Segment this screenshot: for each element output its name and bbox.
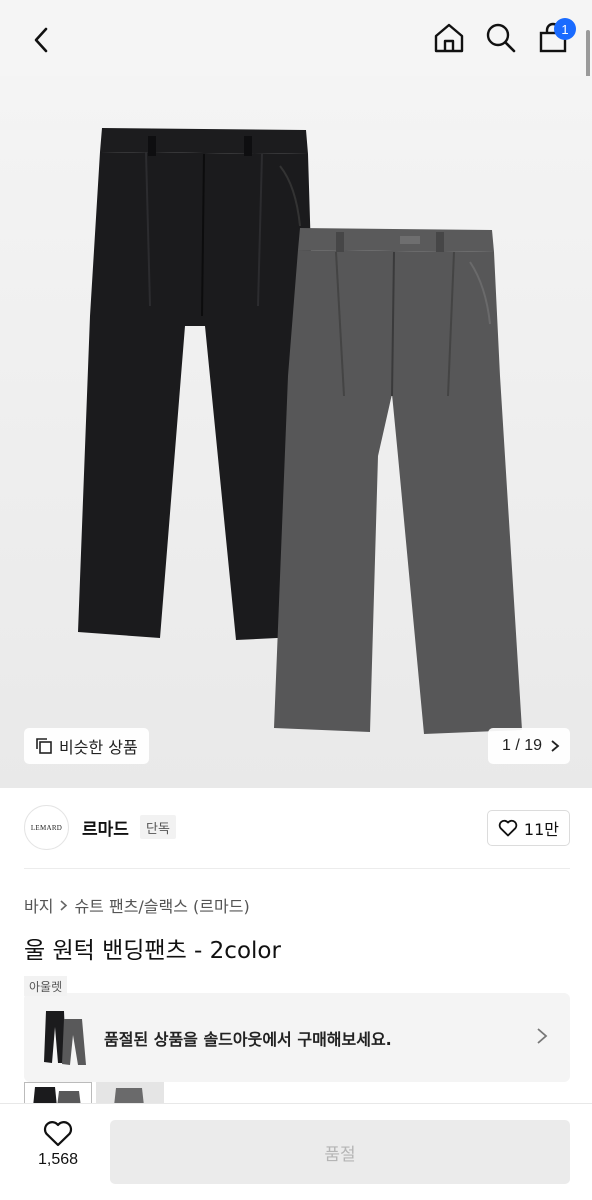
chevron-right-icon xyxy=(60,899,68,911)
cart-count-badge: 1 xyxy=(554,18,576,40)
heart-icon xyxy=(498,819,518,837)
heart-icon xyxy=(43,1121,73,1147)
wishlist-count: 1,568 xyxy=(37,1151,79,1168)
similar-products-label: 비슷한 상품 xyxy=(59,738,138,757)
back-button[interactable] xyxy=(22,20,62,60)
product-photo xyxy=(78,128,522,734)
brand-row: LEMARD 르마드 단독 11만 xyxy=(0,788,592,868)
search-button[interactable] xyxy=(482,18,520,58)
brand-like-button[interactable]: 11만 xyxy=(486,810,570,846)
similar-products-button[interactable]: 비슷한 상품 xyxy=(24,728,149,764)
cart-button[interactable]: 1 xyxy=(534,18,576,58)
outlet-badge: 아울렛 xyxy=(24,976,68,996)
home-icon xyxy=(434,23,464,53)
brand-logo-text: LEMARD xyxy=(30,823,63,832)
brand-name[interactable]: 르마드 xyxy=(82,815,129,840)
product-title: 울 원턱 밴딩팬츠 - 2color xyxy=(24,938,281,964)
soldout-purchase-button[interactable]: 품절 xyxy=(110,1120,570,1184)
gray-trousers-image xyxy=(274,228,522,734)
chevron-right-icon xyxy=(537,1028,548,1044)
wishlist-button[interactable]: 1,568 xyxy=(22,1120,94,1184)
bottom-action-bar: 1,568 품절 xyxy=(0,1103,592,1200)
back-arrow-icon xyxy=(34,27,48,53)
top-app-bar: 1 xyxy=(0,0,592,92)
search-icon xyxy=(486,23,516,53)
product-image-gallery[interactable]: 비슷한 상품 1 / 19 xyxy=(0,76,592,788)
chevron-right-icon xyxy=(551,740,560,752)
breadcrumb: 바지 슈트 팬츠/슬랙스 (르마드) xyxy=(24,893,250,917)
soldout-product-thumbnail xyxy=(44,1011,86,1065)
home-button[interactable] xyxy=(430,18,468,58)
soldout-banner[interactable]: 품절된 상품을 솔드아웃에서 구매해보세요. xyxy=(24,993,570,1082)
page-indicator-text: 1 / 19 xyxy=(501,737,542,754)
exclusive-badge: 단독 xyxy=(140,815,176,839)
breadcrumb-item[interactable]: 슈트 팬츠/슬랙스 (르마드) xyxy=(74,893,249,917)
divider xyxy=(24,868,570,869)
soldout-message: 품절된 상품을 솔드아웃에서 구매해보세요. xyxy=(104,1030,392,1049)
breadcrumb-item[interactable]: 바지 xyxy=(24,893,53,917)
image-page-indicator[interactable]: 1 / 19 xyxy=(487,728,570,764)
brand-like-count: 11만 xyxy=(523,820,559,839)
copy-icon xyxy=(36,738,52,754)
brand-logo[interactable]: LEMARD xyxy=(24,805,69,850)
